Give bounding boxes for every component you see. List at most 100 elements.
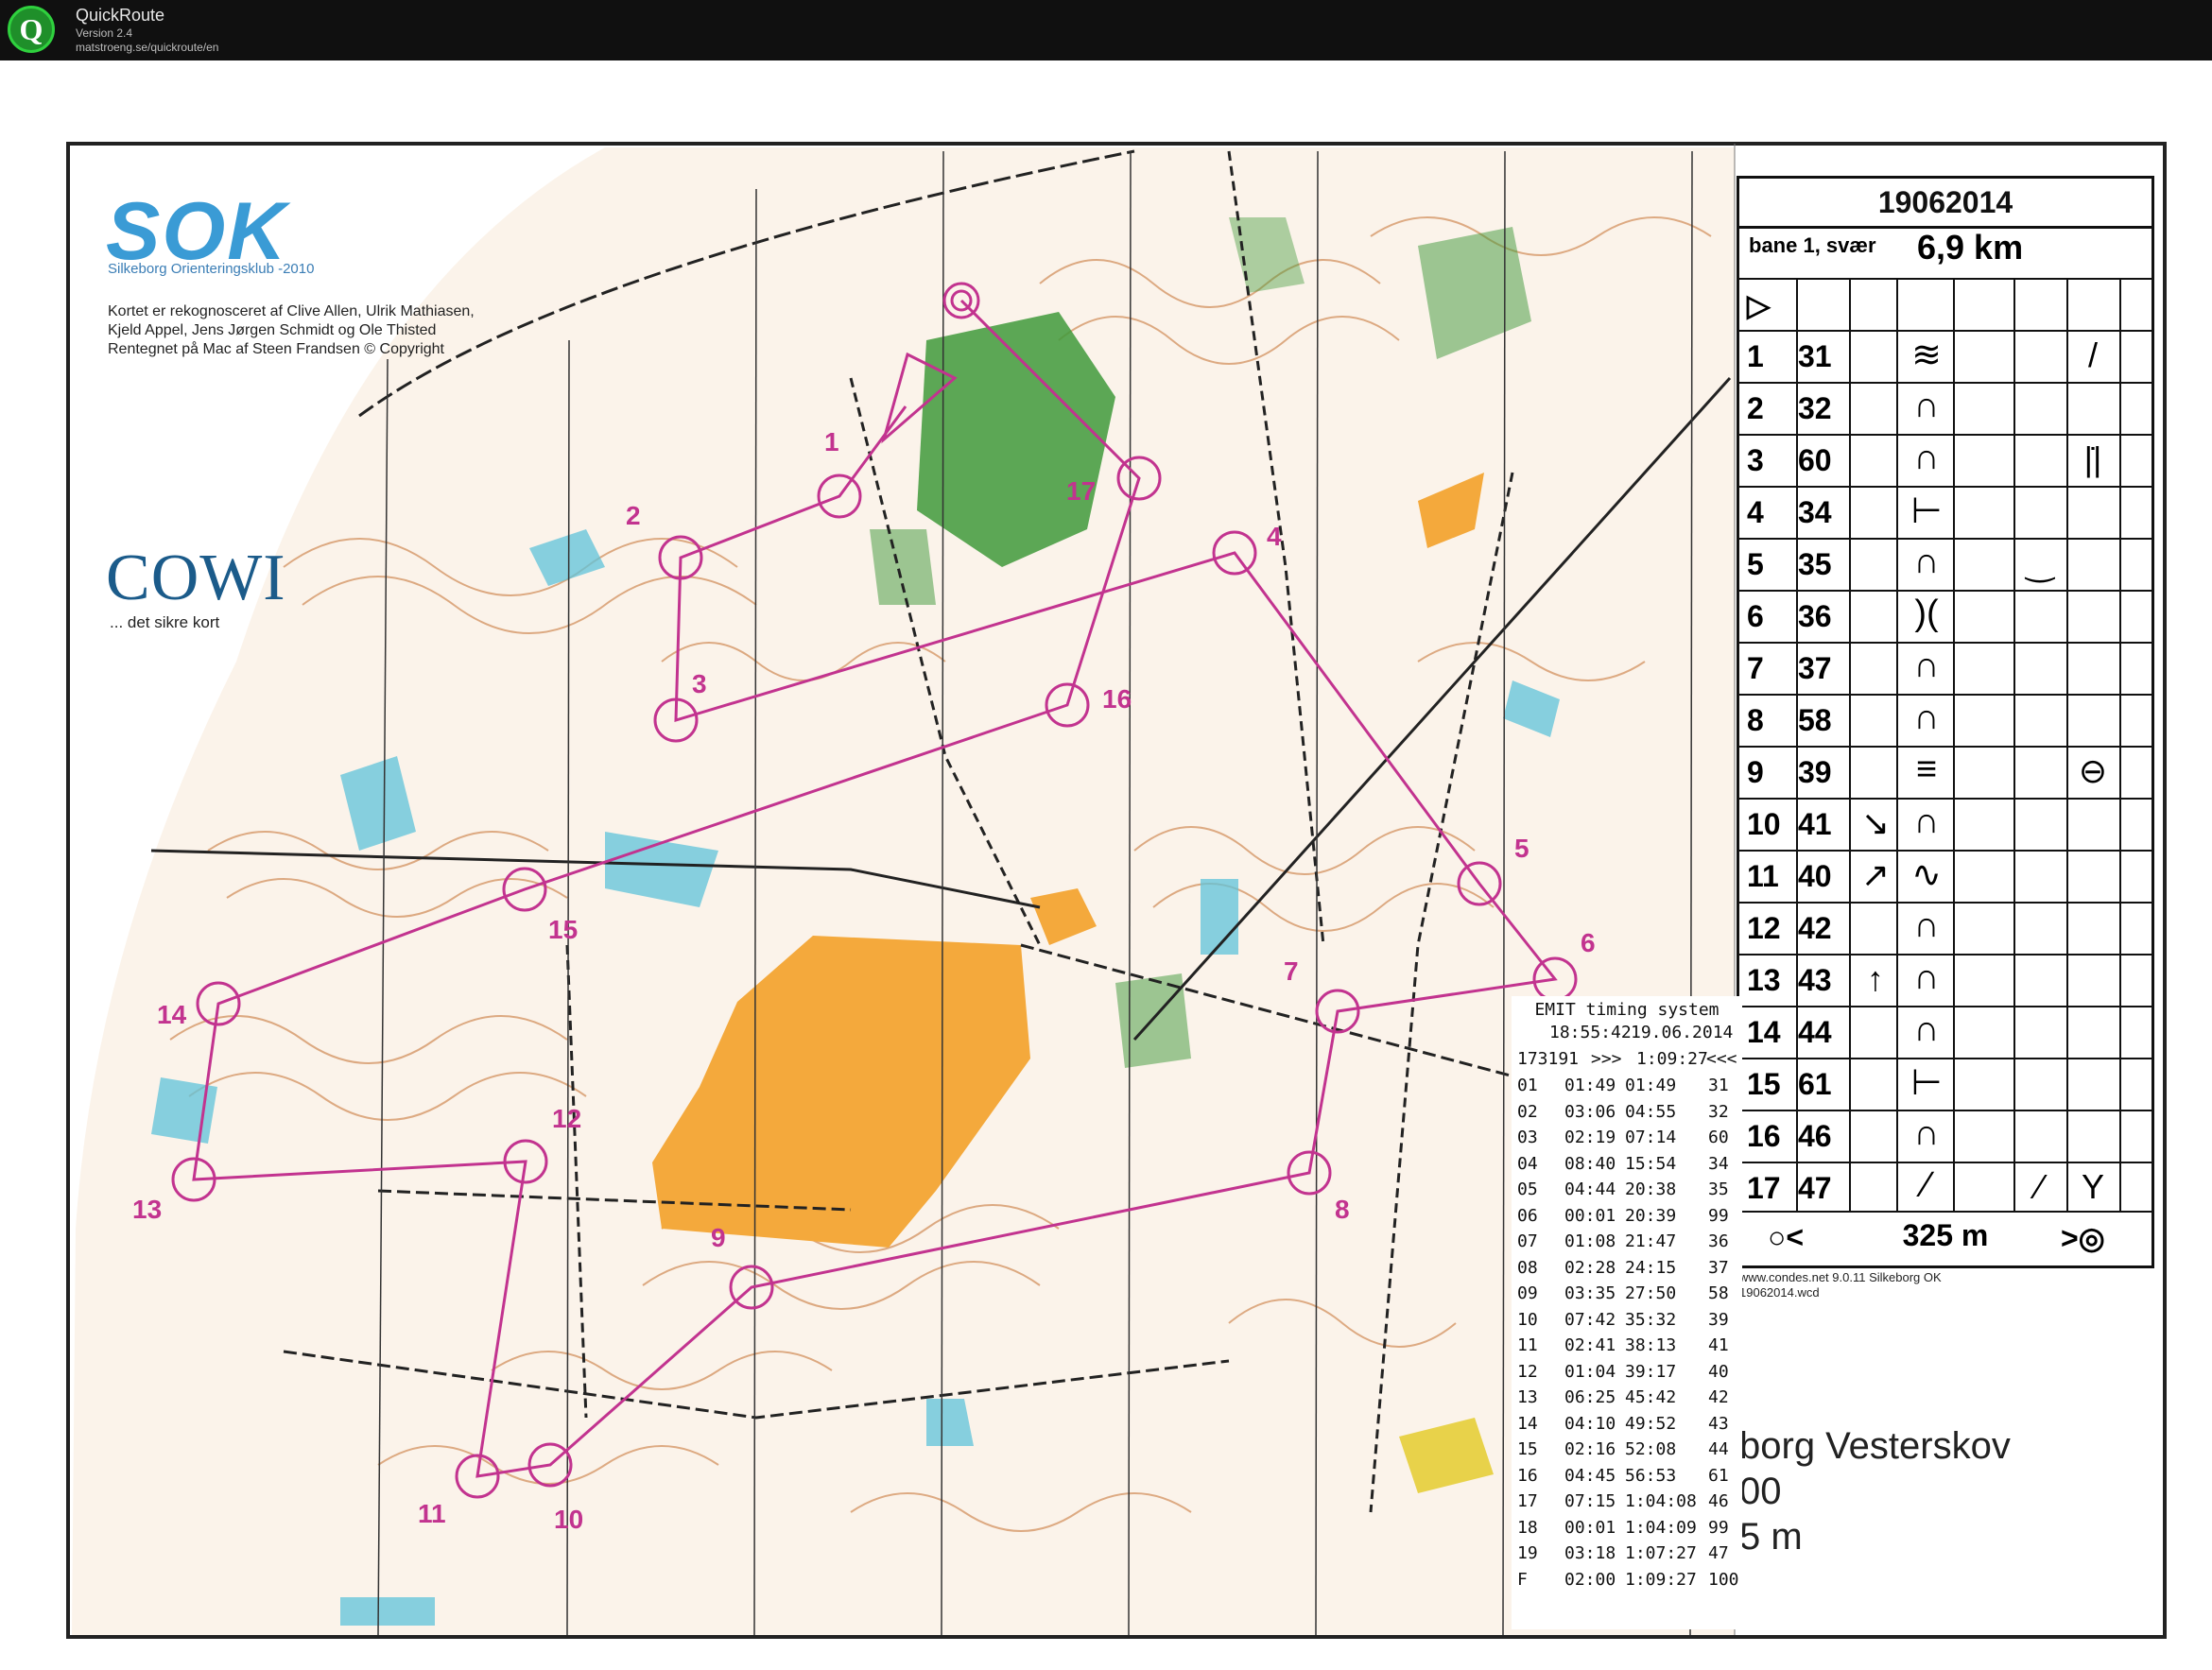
- split-code: 35: [1708, 1179, 1729, 1199]
- split-cumulative: 1:07:27: [1625, 1543, 1697, 1563]
- receipt-arrows-out: <<<: [1706, 1049, 1737, 1069]
- credit-line: Kortet er rekognosceret af Clive Allen, …: [108, 303, 475, 319]
- split-leg-time: 04:45: [1564, 1465, 1616, 1486]
- grid-line: [1849, 278, 1851, 1211]
- feature-icon: ∩: [1913, 1113, 1940, 1153]
- split-number: 04: [1517, 1153, 1538, 1174]
- description-row: 16 46 ∩: [1739, 1110, 2152, 1163]
- split-number: 09: [1517, 1283, 1538, 1303]
- description-row: 5 35 ∩ ‿: [1739, 538, 2152, 592]
- control-code: 44: [1798, 1015, 1832, 1049]
- split-number: 03: [1517, 1128, 1538, 1147]
- control-label-11: 11: [418, 1499, 446, 1528]
- feature-icon: ⊢: [1910, 1063, 1943, 1103]
- grid-line: [2119, 278, 2121, 1211]
- feature-icon: ⊢: [1910, 491, 1943, 531]
- split-number: 05: [1517, 1179, 1538, 1199]
- detail-icon: ⁄: [2036, 1167, 2043, 1206]
- split-cumulative: 27:50: [1625, 1283, 1677, 1303]
- control-order: 7: [1747, 651, 1764, 685]
- cowi-tagline: ... det sikre kort: [110, 613, 220, 631]
- split-code: 32: [1708, 1101, 1729, 1122]
- control-order: 14: [1747, 1015, 1781, 1049]
- control-code: 37: [1798, 651, 1832, 685]
- feature-icon: ∩: [1913, 542, 1940, 581]
- control-code: 32: [1798, 391, 1832, 425]
- split-cumulative: 1:09:27: [1625, 1569, 1697, 1590]
- control-code: 40: [1798, 859, 1832, 893]
- split-code: 99: [1708, 1517, 1729, 1538]
- split-cumulative: 1:04:09: [1625, 1517, 1697, 1538]
- control-label-5: 5: [1514, 834, 1529, 863]
- feature-icon: ∩: [1913, 1009, 1940, 1049]
- control-label-3: 3: [692, 669, 707, 698]
- split-leg-time: 02:41: [1564, 1335, 1616, 1355]
- description-row: 17 47 ⁄ ⁄ Y: [1739, 1162, 2152, 1215]
- split-cumulative: 21:47: [1625, 1231, 1677, 1251]
- split-number: 13: [1517, 1387, 1538, 1407]
- control-label-10: 10: [554, 1505, 584, 1534]
- finish-row: ○< 325 m >◎: [1739, 1211, 2152, 1267]
- feature-icon: ∿: [1911, 855, 1942, 895]
- grid-line: [2013, 278, 2015, 1211]
- control-label-13: 13: [132, 1195, 163, 1224]
- app-url[interactable]: matstroeng.se/quickroute/en: [76, 41, 218, 54]
- feature-icon: ∩: [1913, 905, 1940, 945]
- receipt-split-row: 05 04:44 20:38 35: [1512, 1179, 1742, 1204]
- location-icon: Y: [2081, 1167, 2104, 1206]
- split-leg-time: 01:08: [1564, 1231, 1616, 1251]
- control-code: 47: [1798, 1171, 1832, 1205]
- condes-credit: www.condes.net 9.0.11 Silkeborg OK: [1739, 1270, 1942, 1284]
- description-row: 15 61 ⊢: [1739, 1058, 2152, 1111]
- description-row: 4 34 ⊢: [1739, 486, 2152, 540]
- control-order: 12: [1747, 911, 1781, 945]
- split-leg-time: 00:01: [1564, 1517, 1616, 1538]
- description-row: 2 32 ∩: [1739, 382, 2152, 436]
- split-code: 40: [1708, 1361, 1729, 1382]
- feature-icon: ⁄: [1923, 1165, 1930, 1205]
- split-leg-time: 02:19: [1564, 1128, 1616, 1147]
- split-code: 58: [1708, 1283, 1729, 1303]
- feature-icon: ∩: [1913, 438, 1940, 477]
- control-label-9: 9: [711, 1223, 726, 1252]
- control-order: 2: [1747, 391, 1764, 425]
- control-label-7: 7: [1284, 956, 1299, 986]
- receipt-card-id: 173191: [1517, 1049, 1580, 1069]
- app-version: Version 2.4: [76, 26, 133, 40]
- control-order: 5: [1747, 547, 1764, 581]
- split-code: 44: [1708, 1439, 1729, 1459]
- control-code: 42: [1798, 911, 1832, 945]
- split-leg-time: 07:15: [1564, 1491, 1616, 1511]
- feature-icon: ∩: [1913, 386, 1940, 425]
- split-leg-time: 01:04: [1564, 1361, 1616, 1382]
- sheet-date: 19062014: [1739, 179, 2152, 229]
- receipt-split-row: 13 06:25 45:42 42: [1512, 1387, 1742, 1412]
- direction-icon: ↑: [1867, 959, 1884, 998]
- grid-line: [1896, 278, 1898, 1211]
- control-code: 46: [1798, 1119, 1832, 1153]
- split-number: 12: [1517, 1361, 1538, 1382]
- place-scale: 00: [1739, 1471, 1782, 1512]
- feature-icon: ∩: [1913, 697, 1940, 737]
- description-row: 12 42 ∩: [1739, 902, 2152, 956]
- receipt-split-row: 07 01:08 21:47 36: [1512, 1231, 1742, 1256]
- receipt-datetime: 18:55:42 19.06.2014: [1512, 1023, 1742, 1047]
- control-order: 9: [1747, 755, 1764, 789]
- split-cumulative: 38:13: [1625, 1335, 1677, 1355]
- split-leg-time: 04:10: [1564, 1413, 1616, 1434]
- split-leg-time: 06:25: [1564, 1387, 1616, 1407]
- description-row: 1 31 ≋ /: [1739, 330, 2152, 384]
- location-icon: |̇|: [2083, 439, 2102, 478]
- receipt-title: EMIT timing system: [1534, 1000, 1719, 1020]
- map-credits: Kortet er rekognosceret af Clive Allen, …: [108, 302, 514, 359]
- control-code: 36: [1798, 599, 1832, 633]
- control-code: 43: [1798, 963, 1832, 997]
- control-label-2: 2: [626, 501, 641, 530]
- description-row: 3 60 ∩ |̇|: [1739, 434, 2152, 488]
- description-row: 6 36)(: [1739, 590, 2152, 644]
- split-cumulative: 49:52: [1625, 1413, 1677, 1434]
- control-order: 16: [1747, 1119, 1781, 1153]
- split-number: 19: [1517, 1543, 1538, 1563]
- split-number: 15: [1517, 1439, 1538, 1459]
- control-order: 15: [1747, 1067, 1781, 1101]
